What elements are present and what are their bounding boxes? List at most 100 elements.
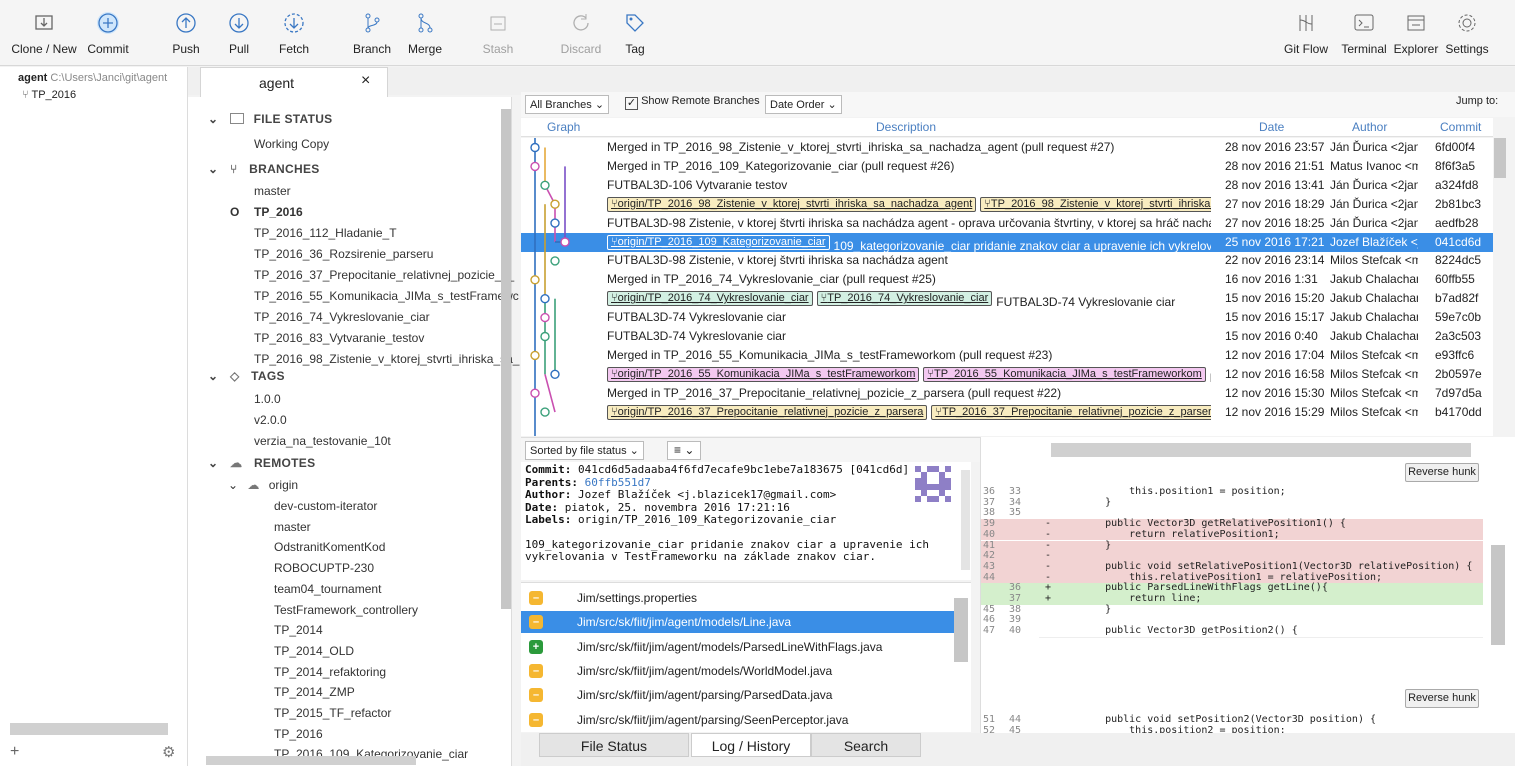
commit-row[interactable]: Merged in TP_2016_98_Zistenie_v_ktorej_s… xyxy=(521,138,1493,157)
branch-label[interactable]: ⑂origin/TP_2016_37_Prepocitanie_relativn… xyxy=(607,404,928,420)
sidebar-branch[interactable]: TP_2016_112_Hladanie_T xyxy=(254,226,397,240)
explorer-button[interactable]: Explorer xyxy=(1389,0,1443,66)
file-status-header[interactable]: ⌄ FILE STATUS xyxy=(208,112,333,126)
commit-node[interactable] xyxy=(530,388,540,398)
commit-row[interactable]: ⑂origin/TP_2016_37_Prepocitanie_relativn… xyxy=(521,403,1493,422)
sidebar-remote-branch[interactable]: TP_2014_ZMP xyxy=(274,685,355,699)
sidebar-vscrollbar[interactable] xyxy=(501,109,511,609)
repo-hscrollbar[interactable] xyxy=(10,723,168,735)
commit-row[interactable]: FUTBAL3D-74 Vykreslovanie ciar 15 nov 201… xyxy=(521,308,1493,327)
commit-node[interactable] xyxy=(540,293,550,304)
sidebar-remote-branch[interactable]: TP_2015_TF_refactor xyxy=(274,706,391,720)
sidebar-tag[interactable]: v2.0.0 xyxy=(254,413,287,427)
git-flow-button[interactable]: Git Flow xyxy=(1281,0,1331,66)
branches-header[interactable]: ⌄ ⑂ BRANCHES xyxy=(208,162,320,176)
diff-hscrollbar[interactable] xyxy=(1051,443,1471,457)
branch-label[interactable]: ⑂TP_2016_98_Zistenie_v_ktorej_stvrti_ihr… xyxy=(980,196,1211,212)
commit-row[interactable]: FUTBAL3D-98 Zistenie, v ktorej štvrti ih… xyxy=(521,251,1493,270)
parent-commit-link[interactable]: 60ffb551d7 xyxy=(585,476,651,489)
commit-node[interactable] xyxy=(530,142,540,153)
file-item[interactable]: – Jim/src/sk/fiit/jim/agent/models/Line.j… xyxy=(521,611,954,634)
commit-row[interactable]: FUTBAL3D-98 Zistenie, v ktorej štvrti ih… xyxy=(521,214,1493,233)
commit-node[interactable] xyxy=(560,237,570,247)
discard-button[interactable]: Discard xyxy=(558,0,604,66)
reverse-hunk-button[interactable]: Reverse hunk xyxy=(1405,689,1479,708)
commit-row[interactable]: ⑂origin/TP_2016_55_Komunikacia_JIMa_s_te… xyxy=(521,365,1493,385)
branch-label[interactable]: ⑂origin/TP_2016_98_Zistenie_v_ktorej_stv… xyxy=(607,196,977,212)
sidebar-remote-branch[interactable]: TP_2014 xyxy=(274,623,323,637)
commit-row[interactable]: Merged in TP_2016_74_Vykreslovanie_ciar … xyxy=(521,270,1493,289)
branch-label[interactable]: ⑂origin/TP_2016_55_Komunikacia_JIMa_s_te… xyxy=(607,366,920,382)
diff-vscrollbar[interactable] xyxy=(1491,545,1505,645)
terminal-button[interactable]: Terminal xyxy=(1336,0,1392,66)
sidebar-remote-branch[interactable]: OdstranitKomentKod xyxy=(274,540,385,554)
column-author[interactable]: Author xyxy=(1352,120,1387,134)
commit-node[interactable] xyxy=(530,161,540,172)
sidebar-hscrollbar[interactable] xyxy=(206,756,416,765)
commit-node[interactable] xyxy=(540,312,550,323)
push-button[interactable]: Push xyxy=(168,0,204,66)
commit-row[interactable]: ⑂origin/TP_2016_74_Vykreslovanie_ciar ⑂TP… xyxy=(521,289,1493,309)
branch-button[interactable]: Branch xyxy=(350,0,394,66)
tag-button[interactable]: Tag xyxy=(622,0,648,66)
sidebar-branch[interactable]: TP_2016_98_Zistenie_v_ktorej_stvrti_ihri… xyxy=(254,352,519,366)
sidebar-remote-branch[interactable]: master xyxy=(274,520,311,534)
commit-node[interactable] xyxy=(550,218,560,228)
commit-row[interactable]: FUTBAL3D-106 Vytvaranie testov 28 nov 201… xyxy=(521,176,1493,195)
commit-button[interactable]: Commit xyxy=(84,0,132,66)
sidebar-branch[interactable]: TP_2016_83_Vytvaranie_testov xyxy=(254,331,424,345)
commit-node[interactable] xyxy=(540,180,550,190)
commit-row[interactable]: FUTBAL3D-74 Vykreslovanie ciar 15 nov 201… xyxy=(521,327,1493,346)
branch-label[interactable]: ⑂origin/TP_2016_74_Vykreslovanie_ciar xyxy=(607,291,813,307)
column-description[interactable]: Description xyxy=(876,120,936,134)
stash-button[interactable]: Stash xyxy=(478,0,518,66)
tab-search[interactable]: Search xyxy=(811,733,921,757)
commit-node[interactable] xyxy=(550,199,560,209)
pull-button[interactable]: Pull xyxy=(222,0,256,66)
sidebar-branch[interactable]: TP_2016_74_Vykreslovanie_ciar xyxy=(254,310,430,324)
sidebar-branch[interactable]: master xyxy=(254,184,291,198)
repo-item-agent[interactable]: agent C:\Users\Janci\git\agent xyxy=(18,72,167,84)
tab-file-status[interactable]: File Status xyxy=(539,733,689,757)
sidebar-tag[interactable]: 1.0.0 xyxy=(254,392,281,406)
commit-node[interactable] xyxy=(530,350,540,361)
details-vscrollbar[interactable] xyxy=(961,470,970,570)
commit-node[interactable] xyxy=(540,331,550,342)
log-vscrollbar[interactable] xyxy=(1494,138,1506,178)
merge-button[interactable]: Merge xyxy=(403,0,447,66)
tab-agent[interactable]: agent × xyxy=(200,67,388,97)
settings-button[interactable]: Settings xyxy=(1444,0,1490,66)
remote-origin[interactable]: ⌄ ☁ origin xyxy=(228,478,298,492)
branch-label[interactable]: ⑂TP_2016_55_Komunikacia_JIMa_s_testFrame… xyxy=(923,366,1206,382)
file-item[interactable]: – Jim/src/sk/fiit/jim/agent/parsing/Parse… xyxy=(521,684,954,706)
repo-settings-icon[interactable]: ⚙ xyxy=(162,743,175,761)
sidebar-remote-branch[interactable]: ROBOCUPTP-230 xyxy=(274,561,374,575)
commit-node[interactable] xyxy=(550,256,560,266)
list-view-dropdown[interactable]: ≡ ⌄ xyxy=(667,441,702,460)
column-graph[interactable]: Graph xyxy=(547,120,580,134)
fetch-button[interactable]: Fetch xyxy=(274,0,314,66)
branch-label[interactable]: ⑂TP_2016_37_Prepocitanie_relativnej_pozi… xyxy=(931,404,1211,420)
branches-filter-dropdown[interactable]: All Branches ⌄ xyxy=(525,95,610,114)
branch-label[interactable]: ⑂TP_2016_74_Vykreslovanie_ciar xyxy=(816,291,993,307)
commit-row[interactable]: ⑂origin/TP_2016_98_Zistenie_v_ktorej_stv… xyxy=(521,195,1493,214)
column-commit[interactable]: Commit xyxy=(1440,120,1481,134)
sidebar-tag[interactable]: verzia_na_testovanie_10t xyxy=(254,434,391,448)
sidebar-remote-branch[interactable]: dev-custom-iterator xyxy=(274,499,377,513)
commit-row[interactable]: ⑂origin/TP_2016_109_Kategorizovanie_ciar… xyxy=(521,232,1493,253)
sort-dropdown[interactable]: Sorted by file status ⌄ xyxy=(525,441,644,460)
sidebar-remote-branch[interactable]: team04_tournament xyxy=(274,582,381,596)
sidebar-item-working-copy[interactable]: Working Copy xyxy=(254,137,329,151)
file-item[interactable]: – Jim/src/sk/fiit/jim/agent/parsing/SeenP… xyxy=(521,709,954,731)
date-order-dropdown[interactable]: Date Order ⌄ xyxy=(765,95,842,114)
column-date[interactable]: Date xyxy=(1259,120,1284,134)
sidebar-branch[interactable]: TP_2016_37_Prepocitanie_relativnej_pozic… xyxy=(254,268,514,282)
commit-row[interactable]: Merged in TP_2016_37_Prepocitanie_relati… xyxy=(521,384,1493,403)
commit-row[interactable]: Merged in TP_2016_55_Komunikacia_JIMa_s_… xyxy=(521,346,1493,365)
sidebar-branch[interactable]: TP_2016_55_Komunikacia_JIMa_s_testFramew… xyxy=(254,289,519,303)
file-item[interactable]: – Jim/settings.properties xyxy=(521,587,954,609)
branch-label[interactable]: ⑂origin/TP_2016_109_Kategorizovanie_ciar xyxy=(607,234,830,250)
sidebar-remote-branch[interactable]: TP_2014_refaktoring xyxy=(274,665,386,679)
file-item[interactable]: – Jim/src/sk/fiit/jim/agent/models/WorldM… xyxy=(521,660,954,682)
add-repo-button[interactable]: + xyxy=(10,743,19,761)
